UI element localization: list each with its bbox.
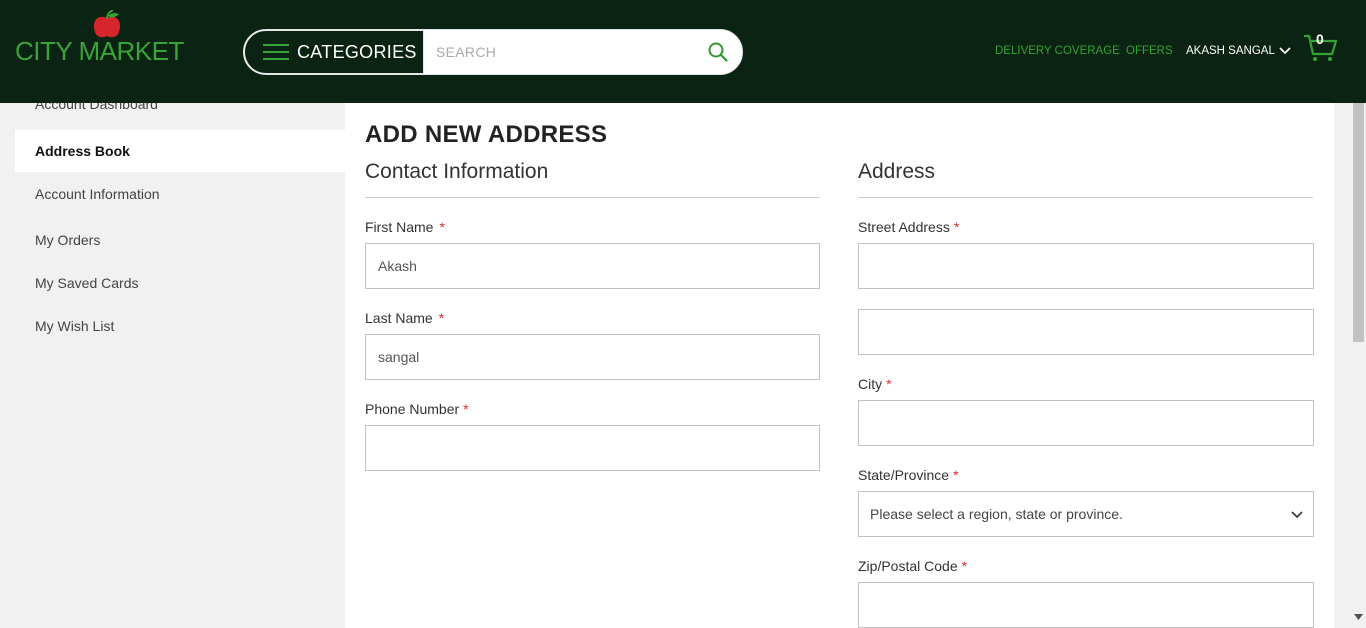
sidebar-item-my-wish-list[interactable]: My Wish List (15, 305, 345, 347)
zip-postal-code-input[interactable] (858, 582, 1314, 628)
state-province-label: State/Province * (858, 467, 959, 483)
categories-button[interactable]: CATEGORIES (244, 30, 424, 74)
city-label: City * (858, 376, 892, 392)
chevron-down-icon (1291, 511, 1303, 519)
user-account-menu[interactable]: AKASH SANGAL (1186, 45, 1291, 57)
zip-postal-code-label: Zip/Postal Code * (858, 558, 968, 574)
street-address-label: Street Address * (858, 219, 960, 235)
user-name: AKASH SANGAL (1186, 45, 1275, 57)
categories-label: CATEGORIES (297, 41, 417, 62)
last-name-label: Last Name * (365, 310, 445, 326)
city-market-logo[interactable]: CITY MARKET (15, 10, 184, 66)
site-header: CITY MARKET CATEGORIES DELIVERY COVERAGE… (0, 0, 1366, 103)
contact-divider (365, 197, 820, 198)
state-province-select[interactable]: Please select a region, state or provinc… (858, 491, 1314, 537)
delivery-coverage-link[interactable]: DELIVERY COVERAGE (995, 45, 1120, 57)
last-name-input[interactable] (365, 334, 820, 380)
search-input[interactable] (426, 30, 696, 74)
required-marker: * (439, 219, 445, 235)
city-input[interactable] (858, 400, 1314, 446)
phone-number-input[interactable] (365, 425, 820, 471)
sidebar-item-my-saved-cards[interactable]: My Saved Cards (15, 262, 345, 304)
required-marker: * (438, 310, 445, 326)
offers-link[interactable]: OFFERS (1126, 45, 1173, 57)
sidebar-item-my-orders[interactable]: My Orders (15, 219, 345, 261)
street-address-line1-input[interactable] (858, 243, 1314, 289)
logo-text: CITY MARKET (15, 36, 184, 66)
page-title: ADD NEW ADDRESS (365, 121, 608, 148)
search-icon[interactable] (708, 42, 728, 62)
address-divider (858, 197, 1313, 198)
contact-information-heading: Contact Information (365, 160, 549, 183)
required-marker: * (886, 376, 892, 392)
first-name-label: First Name * (365, 219, 445, 235)
address-heading: Address (858, 160, 936, 183)
main-content: ADD NEW ADDRESS Contact Information Firs… (345, 80, 1334, 628)
account-sidebar: Account Dashboard Address Book Account I… (15, 80, 345, 628)
first-name-input[interactable] (365, 243, 820, 289)
phone-number-label: Phone Number * (365, 401, 469, 417)
hamburger-menu-icon (263, 43, 289, 61)
search-bar: CATEGORIES (243, 29, 743, 75)
state-selected-value: Please select a region, state or provinc… (870, 506, 1123, 522)
street-address-line2-input[interactable] (858, 309, 1314, 355)
required-marker: * (953, 219, 960, 235)
required-marker: * (953, 467, 959, 483)
required-marker: * (961, 558, 968, 574)
chevron-down-icon (1279, 47, 1291, 55)
scroll-down-arrow-icon[interactable] (1354, 614, 1363, 620)
sidebar-item-account-information[interactable]: Account Information (15, 173, 345, 215)
required-marker: * (463, 401, 469, 417)
cart-count: 0 (1316, 31, 1324, 47)
sidebar-item-address-book[interactable]: Address Book (15, 130, 345, 172)
